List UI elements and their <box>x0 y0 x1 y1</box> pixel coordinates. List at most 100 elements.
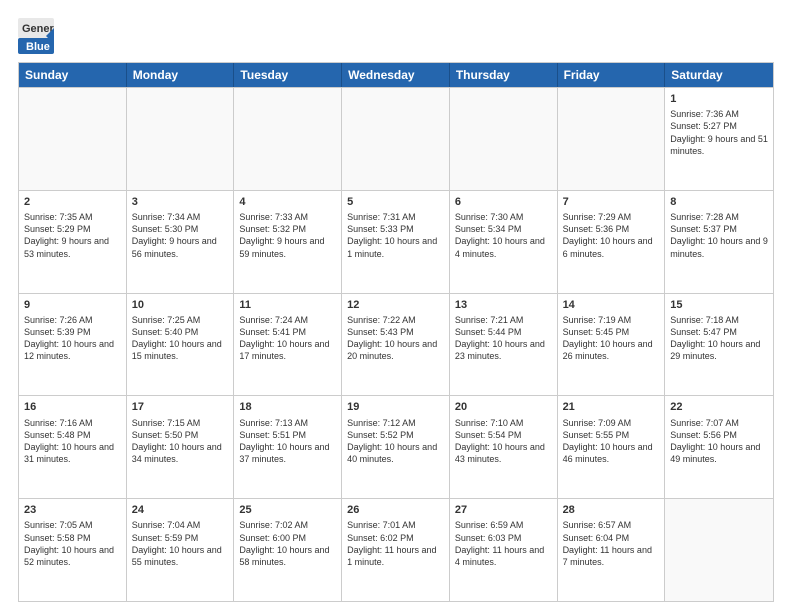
calendar-cell: 7 Sunrise: 7:29 AM Sunset: 5:36 PM Daylig… <box>558 191 666 293</box>
day-info: Sunrise: 7:19 AM Sunset: 5:45 PM Dayligh… <box>563 314 660 363</box>
calendar-cell: 20 Sunrise: 7:10 AM Sunset: 5:54 PM Dayli… <box>450 396 558 498</box>
calendar-cell <box>342 88 450 190</box>
day-info: Sunrise: 7:21 AM Sunset: 5:44 PM Dayligh… <box>455 314 552 363</box>
calendar-cell: 4 Sunrise: 7:33 AM Sunset: 5:32 PM Daylig… <box>234 191 342 293</box>
calendar-cell: 19Sunrise: 7:12 AM Sunset: 5:52 PM Dayli… <box>342 396 450 498</box>
calendar-cell: 13 Sunrise: 7:21 AM Sunset: 5:44 PM Dayli… <box>450 294 558 396</box>
day-info: Sunrise: 7:05 AM Sunset: 5:58 PM Dayligh… <box>24 519 121 568</box>
page: General Blue SundayMondayTuesdayWednesda… <box>0 0 792 612</box>
weekday-header: Wednesday <box>342 63 450 87</box>
calendar-cell: 18 Sunrise: 7:13 AM Sunset: 5:51 PM Dayli… <box>234 396 342 498</box>
day-number: 15 <box>670 298 768 312</box>
day-number: 1 <box>670 92 768 106</box>
day-info: Sunrise: 7:10 AM Sunset: 5:54 PM Dayligh… <box>455 417 552 466</box>
day-info: Sunrise: 7:02 AM Sunset: 6:00 PM Dayligh… <box>239 519 336 568</box>
calendar-row: 1 Sunrise: 7:36 AM Sunset: 5:27 PM Daylig… <box>19 87 773 190</box>
day-info: Sunrise: 7:30 AM Sunset: 5:34 PM Dayligh… <box>455 211 552 260</box>
calendar-cell <box>450 88 558 190</box>
calendar-cell: 10Sunrise: 7:25 AM Sunset: 5:40 PM Dayli… <box>127 294 235 396</box>
day-number: 6 <box>455 195 552 209</box>
day-info: Sunrise: 7:18 AM Sunset: 5:47 PM Dayligh… <box>670 314 768 363</box>
day-number: 7 <box>563 195 660 209</box>
day-number: 21 <box>563 400 660 414</box>
day-info: Sunrise: 7:13 AM Sunset: 5:51 PM Dayligh… <box>239 417 336 466</box>
calendar-cell: 27 Sunrise: 6:59 AM Sunset: 6:03 PM Dayli… <box>450 499 558 601</box>
weekday-header: Sunday <box>19 63 127 87</box>
calendar-cell: 9 Sunrise: 7:26 AM Sunset: 5:39 PM Daylig… <box>19 294 127 396</box>
calendar-cell: 2 Sunrise: 7:35 AM Sunset: 5:29 PM Daylig… <box>19 191 127 293</box>
calendar-cell: 25Sunrise: 7:02 AM Sunset: 6:00 PM Dayli… <box>234 499 342 601</box>
day-info: Sunrise: 6:59 AM Sunset: 6:03 PM Dayligh… <box>455 519 552 568</box>
day-number: 20 <box>455 400 552 414</box>
day-number: 5 <box>347 195 444 209</box>
day-info: Sunrise: 7:25 AM Sunset: 5:40 PM Dayligh… <box>132 314 229 363</box>
calendar-body: 1 Sunrise: 7:36 AM Sunset: 5:27 PM Daylig… <box>19 87 773 601</box>
weekday-header: Thursday <box>450 63 558 87</box>
day-number: 17 <box>132 400 229 414</box>
weekday-header: Monday <box>127 63 235 87</box>
calendar-cell <box>558 88 666 190</box>
weekday-header: Tuesday <box>234 63 342 87</box>
day-info: Sunrise: 7:01 AM Sunset: 6:02 PM Dayligh… <box>347 519 444 568</box>
day-number: 27 <box>455 503 552 517</box>
day-info: Sunrise: 7:07 AM Sunset: 5:56 PM Dayligh… <box>670 417 768 466</box>
calendar-header: SundayMondayTuesdayWednesdayThursdayFrid… <box>19 63 773 87</box>
calendar-cell <box>234 88 342 190</box>
logo-icon: General Blue <box>18 18 54 54</box>
day-number: 3 <box>132 195 229 209</box>
day-number: 26 <box>347 503 444 517</box>
calendar-row: 23 Sunrise: 7:05 AM Sunset: 5:58 PM Dayli… <box>19 498 773 601</box>
day-number: 11 <box>239 298 336 312</box>
day-info: Sunrise: 7:35 AM Sunset: 5:29 PM Dayligh… <box>24 211 121 260</box>
calendar-cell: 15 Sunrise: 7:18 AM Sunset: 5:47 PM Dayli… <box>665 294 773 396</box>
day-info: Sunrise: 7:15 AM Sunset: 5:50 PM Dayligh… <box>132 417 229 466</box>
day-info: Sunrise: 7:34 AM Sunset: 5:30 PM Dayligh… <box>132 211 229 260</box>
day-number: 24 <box>132 503 229 517</box>
day-number: 13 <box>455 298 552 312</box>
header: General Blue <box>18 18 774 54</box>
day-number: 4 <box>239 195 336 209</box>
day-number: 8 <box>670 195 768 209</box>
day-info: Sunrise: 7:29 AM Sunset: 5:36 PM Dayligh… <box>563 211 660 260</box>
day-info: Sunrise: 6:57 AM Sunset: 6:04 PM Dayligh… <box>563 519 660 568</box>
day-number: 12 <box>347 298 444 312</box>
calendar-cell <box>127 88 235 190</box>
calendar-cell <box>665 499 773 601</box>
calendar-cell: 6 Sunrise: 7:30 AM Sunset: 5:34 PM Daylig… <box>450 191 558 293</box>
calendar-cell: 5 Sunrise: 7:31 AM Sunset: 5:33 PM Daylig… <box>342 191 450 293</box>
day-number: 14 <box>563 298 660 312</box>
calendar-cell <box>19 88 127 190</box>
day-info: Sunrise: 7:12 AM Sunset: 5:52 PM Dayligh… <box>347 417 444 466</box>
calendar-cell: 21 Sunrise: 7:09 AM Sunset: 5:55 PM Dayli… <box>558 396 666 498</box>
calendar-cell: 14 Sunrise: 7:19 AM Sunset: 5:45 PM Dayli… <box>558 294 666 396</box>
calendar-cell: 8Sunrise: 7:28 AM Sunset: 5:37 PM Daylig… <box>665 191 773 293</box>
day-info: Sunrise: 7:24 AM Sunset: 5:41 PM Dayligh… <box>239 314 336 363</box>
day-number: 9 <box>24 298 121 312</box>
calendar-cell: 16Sunrise: 7:16 AM Sunset: 5:48 PM Dayli… <box>19 396 127 498</box>
weekday-header: Saturday <box>665 63 773 87</box>
day-info: Sunrise: 7:31 AM Sunset: 5:33 PM Dayligh… <box>347 211 444 260</box>
day-number: 28 <box>563 503 660 517</box>
weekday-header: Friday <box>558 63 666 87</box>
calendar-cell: 28 Sunrise: 6:57 AM Sunset: 6:04 PM Dayli… <box>558 499 666 601</box>
day-info: Sunrise: 7:16 AM Sunset: 5:48 PM Dayligh… <box>24 417 121 466</box>
calendar-row: 9 Sunrise: 7:26 AM Sunset: 5:39 PM Daylig… <box>19 293 773 396</box>
day-number: 18 <box>239 400 336 414</box>
calendar: SundayMondayTuesdayWednesdayThursdayFrid… <box>18 62 774 602</box>
day-info: Sunrise: 7:26 AM Sunset: 5:39 PM Dayligh… <box>24 314 121 363</box>
calendar-cell: 26 Sunrise: 7:01 AM Sunset: 6:02 PM Dayli… <box>342 499 450 601</box>
day-info: Sunrise: 7:36 AM Sunset: 5:27 PM Dayligh… <box>670 108 768 157</box>
calendar-cell: 11 Sunrise: 7:24 AM Sunset: 5:41 PM Dayli… <box>234 294 342 396</box>
logo: General Blue <box>18 18 54 54</box>
calendar-cell: 24Sunrise: 7:04 AM Sunset: 5:59 PM Dayli… <box>127 499 235 601</box>
calendar-row: 2 Sunrise: 7:35 AM Sunset: 5:29 PM Daylig… <box>19 190 773 293</box>
calendar-cell: 12 Sunrise: 7:22 AM Sunset: 5:43 PM Dayli… <box>342 294 450 396</box>
day-number: 2 <box>24 195 121 209</box>
day-info: Sunrise: 7:33 AM Sunset: 5:32 PM Dayligh… <box>239 211 336 260</box>
day-number: 23 <box>24 503 121 517</box>
svg-text:Blue: Blue <box>26 41 50 53</box>
day-number: 22 <box>670 400 768 414</box>
calendar-row: 16Sunrise: 7:16 AM Sunset: 5:48 PM Dayli… <box>19 395 773 498</box>
day-info: Sunrise: 7:22 AM Sunset: 5:43 PM Dayligh… <box>347 314 444 363</box>
day-info: Sunrise: 7:09 AM Sunset: 5:55 PM Dayligh… <box>563 417 660 466</box>
